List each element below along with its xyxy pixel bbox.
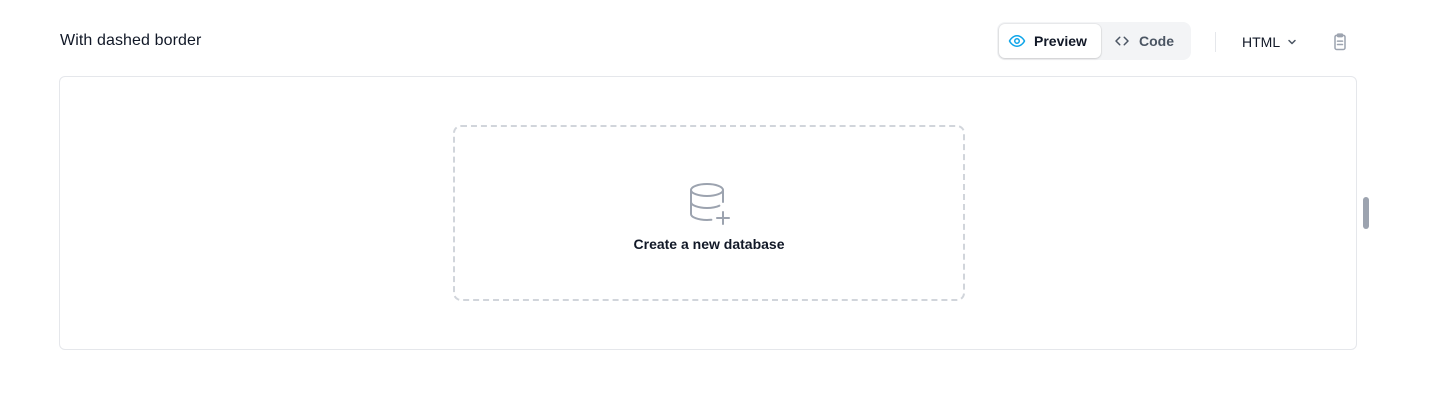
clipboard-icon [1330, 32, 1350, 52]
chevron-down-icon [1286, 36, 1298, 48]
example-header: With dashed border Preview Code HTML [60, 22, 1356, 62]
language-select-value: HTML [1242, 34, 1281, 50]
toolbar-divider [1215, 32, 1216, 52]
code-tab-label: Code [1139, 33, 1174, 49]
copy-button[interactable] [1330, 32, 1350, 52]
preview-tab-label: Preview [1034, 33, 1087, 49]
section-title: With dashed border [60, 32, 202, 49]
create-database-button[interactable]: Create a new database [453, 125, 965, 301]
preview-frame: Create a new database [59, 76, 1357, 350]
database-add-icon [685, 180, 733, 228]
preview-tab[interactable]: Preview [999, 24, 1101, 58]
page: With dashed border Preview Code HTML Cre… [0, 0, 1430, 411]
code-brackets-icon [1113, 32, 1131, 50]
code-tab[interactable]: Code [1105, 24, 1189, 58]
create-database-label: Create a new database [633, 236, 785, 252]
language-select[interactable]: HTML [1242, 31, 1298, 53]
view-toggle-group: Preview Code [997, 22, 1191, 60]
scrollbar-handle[interactable] [1363, 197, 1369, 229]
eye-icon [1008, 32, 1026, 50]
